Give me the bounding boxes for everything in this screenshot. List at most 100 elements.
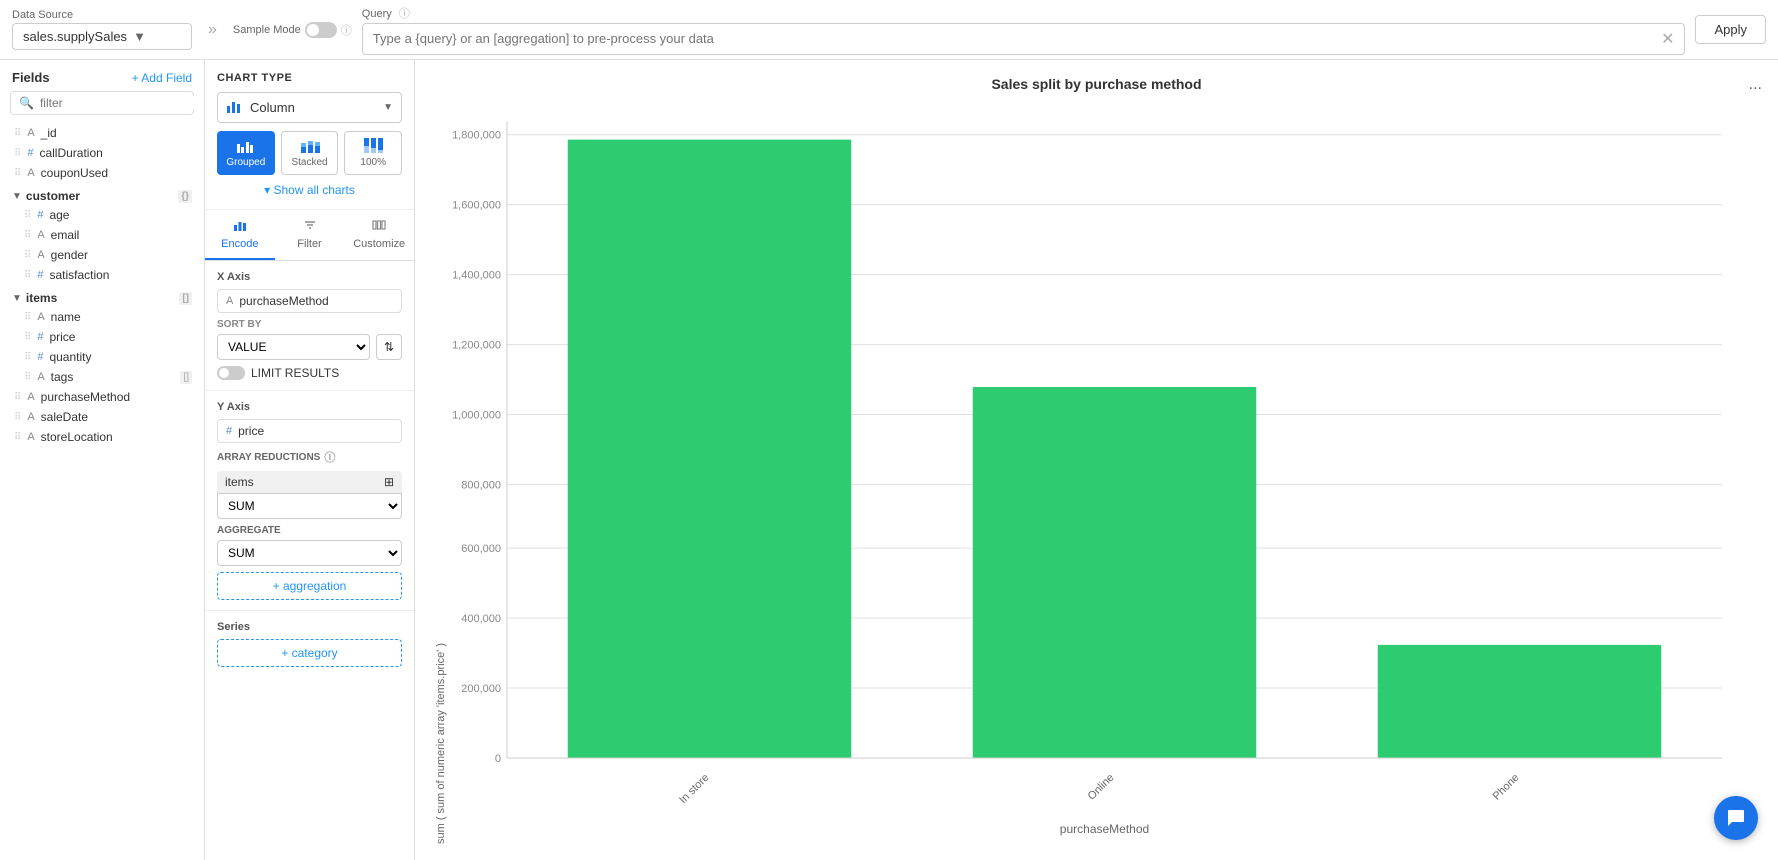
drag-handle-icon: ⠿ <box>24 250 31 261</box>
field-name: email <box>51 228 80 242</box>
field-type-text-icon: A <box>27 127 34 139</box>
x-axis-field-pill[interactable]: A purchaseMethod <box>217 289 402 313</box>
query-clear-button[interactable]: ✕ <box>1661 29 1674 49</box>
column-chart-icon <box>226 98 242 117</box>
items-section-header[interactable]: ▼ items [] <box>0 285 204 307</box>
field-type-hash-icon: # <box>37 269 43 281</box>
add-aggregation-button[interactable]: + aggregation <box>217 572 402 600</box>
field-item[interactable]: ⠿ A storeLocation <box>0 427 204 447</box>
toggle-thumb <box>219 368 229 378</box>
limit-results-toggle[interactable] <box>217 366 245 380</box>
field-item[interactable]: ⠿ A name <box>0 307 204 327</box>
series-section: Series + category <box>205 611 414 677</box>
chart-type-select[interactable]: Column ▼ <box>217 92 402 123</box>
drag-handle-icon: ⠿ <box>24 332 31 343</box>
field-type-text-icon: A <box>37 311 44 323</box>
field-name: purchaseMethod <box>41 390 130 404</box>
drag-handle-icon: ⠿ <box>14 432 21 443</box>
chart-variants: Grouped Stacked <box>217 131 402 175</box>
add-field-button[interactable]: + Add Field <box>132 71 192 85</box>
chart-type-label: Chart Type <box>217 72 402 84</box>
sample-mode-label: Sample Mode ⓘ <box>233 22 352 38</box>
field-item[interactable]: ⠿ # callDuration <box>0 143 204 163</box>
datasource-select[interactable]: sales.supplySales ▼ <box>12 23 192 50</box>
hundred-percent-label: 100% <box>360 157 386 168</box>
drag-handle-icon: ⠿ <box>24 312 31 323</box>
add-series-button[interactable]: + category <box>217 639 402 667</box>
array-reduction-remove-icon[interactable]: ⊞ <box>384 475 394 489</box>
y-axis-field-pill[interactable]: # price <box>217 419 402 443</box>
svg-text:Online: Online <box>1086 772 1117 803</box>
tab-filter[interactable]: Filter <box>275 210 345 260</box>
field-item[interactable]: ⠿ # age <box>0 205 204 225</box>
field-type-text-icon: A <box>27 167 34 179</box>
svg-text:600,000: 600,000 <box>461 543 501 555</box>
field-item[interactable]: ⠿ A tags [] <box>0 367 204 387</box>
encode-tabs: Encode Filter <box>205 210 414 261</box>
apply-button[interactable]: Apply <box>1695 15 1766 44</box>
drag-handle-icon: ⠿ <box>14 412 21 423</box>
sort-direction-button[interactable]: ⇅ <box>376 334 402 360</box>
field-type-text-icon: A <box>37 371 44 383</box>
aggregate-select[interactable]: SUM AVG COUNT <box>217 540 402 566</box>
query-group: Query ⓘ ✕ <box>362 5 1686 55</box>
search-icon: 🔍 <box>19 96 34 110</box>
field-item[interactable]: ⠿ A gender <box>0 245 204 265</box>
stacked-label: Stacked <box>291 157 327 168</box>
fields-list: ⠿ A _id ⠿ # callDuration ⠿ A couponUsed … <box>0 123 204 860</box>
aggregate-label: AGGREGATE <box>217 525 402 536</box>
tab-encode[interactable]: Encode <box>205 210 275 260</box>
section-type-badge: [] <box>179 292 192 305</box>
tab-customize[interactable]: Customize <box>344 210 414 260</box>
field-item[interactable]: ⠿ # quantity <box>0 347 204 367</box>
y-axis-label: Y Axis <box>217 401 402 413</box>
field-name: satisfaction <box>49 268 109 282</box>
tags-type-badge: [] <box>180 371 192 384</box>
field-name: storeLocation <box>41 430 113 444</box>
encode-tab-label: Encode <box>221 238 258 250</box>
field-item[interactable]: ⠿ A couponUsed <box>0 163 204 183</box>
customize-tab-label: Customize <box>353 238 405 250</box>
drag-handle-icon: ⠿ <box>14 148 21 159</box>
array-reduction-item: items ⊞ SUM AVG <box>217 471 402 519</box>
chart-menu-button[interactable]: ... <box>1749 76 1762 94</box>
grouped-variant-button[interactable]: Grouped <box>217 131 275 175</box>
series-label: Series <box>217 621 402 633</box>
field-item[interactable]: ⠿ A purchaseMethod <box>0 387 204 407</box>
array-reduction-select[interactable]: SUM AVG <box>217 493 402 519</box>
chart-title: Sales split by purchase method <box>991 76 1201 92</box>
section-collapse-icon: ▼ <box>12 191 22 202</box>
chat-button[interactable] <box>1714 796 1758 840</box>
chevron-down-icon: ▼ <box>133 29 181 44</box>
y-axis-field-name: price <box>238 424 264 438</box>
field-item[interactable]: ⠿ A saleDate <box>0 407 204 427</box>
query-info-icon[interactable]: ⓘ <box>399 8 410 20</box>
sample-mode-info-icon[interactable]: ⓘ <box>341 22 352 38</box>
fields-header: Fields + Add Field <box>0 60 204 91</box>
sort-select[interactable]: VALUE LABEL COUNT <box>217 334 370 360</box>
sample-mode-toggle[interactable] <box>305 22 337 38</box>
field-item[interactable]: ⠿ A _id <box>0 123 204 143</box>
svg-text:800,000: 800,000 <box>461 480 501 492</box>
field-item[interactable]: ⠿ A email <box>0 225 204 245</box>
field-type-text-icon: A <box>27 431 34 443</box>
filter-tab-label: Filter <box>297 238 321 250</box>
chart-body: 1,800,0001,600,0001,400,0001,200,0001,00… <box>447 102 1762 844</box>
stacked-variant-button[interactable]: Stacked <box>281 131 339 175</box>
query-input[interactable] <box>373 31 1653 46</box>
x-axis-label-text: purchaseMethod <box>447 822 1762 844</box>
filter-input[interactable] <box>40 96 195 110</box>
customer-section-header[interactable]: ▼ customer {} <box>0 183 204 205</box>
show-all-charts-link[interactable]: ▾ Show all charts <box>217 183 402 197</box>
hundred-percent-variant-button[interactable]: 100% <box>344 131 402 175</box>
array-reductions-info-icon[interactable]: ⓘ <box>324 449 335 465</box>
customize-tab-icon <box>372 218 386 235</box>
y-axis-label-text: sum ( sum of numeric array 'items.price'… <box>431 102 447 844</box>
field-name: _id <box>41 126 57 140</box>
field-name: saleDate <box>41 410 88 424</box>
svg-text:400,000: 400,000 <box>461 613 501 625</box>
sort-by-label: SORT BY <box>217 319 402 330</box>
field-item[interactable]: ⠿ # price <box>0 327 204 347</box>
field-item[interactable]: ⠿ # satisfaction <box>0 265 204 285</box>
field-name: quantity <box>49 350 91 364</box>
